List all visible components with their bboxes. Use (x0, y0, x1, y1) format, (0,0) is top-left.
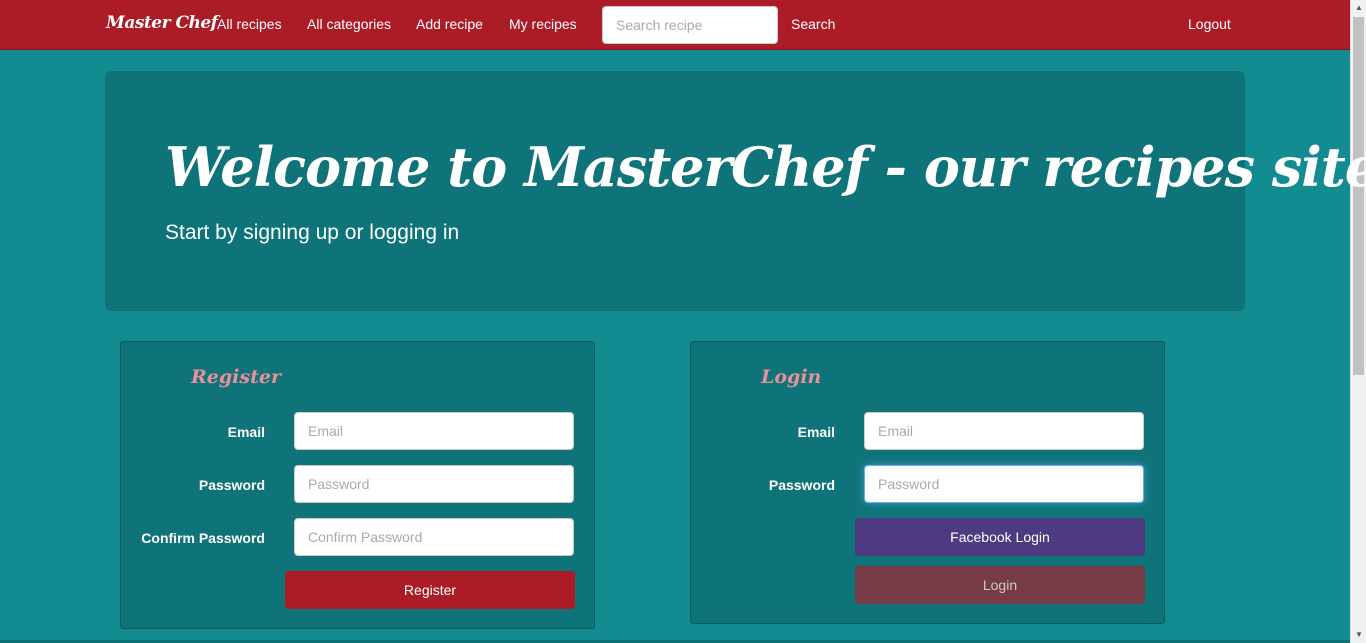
register-panel: Register Email Password Confirm Password… (120, 341, 595, 629)
login-button[interactable]: Login (855, 566, 1145, 604)
login-panel: Login Email Password Facebook Login Logi… (690, 341, 1165, 624)
welcome-title: Welcome to MasterChef - our recipes site (165, 135, 1366, 199)
scroll-down-arrow-icon[interactable]: ▼ (1351, 627, 1366, 643)
logout-link[interactable]: Logout (1188, 16, 1231, 32)
register-title: Register (191, 366, 281, 388)
register-confirm-password-field[interactable] (294, 518, 574, 556)
register-button[interactable]: Register (285, 571, 575, 609)
brand-logo[interactable]: Master Chef (106, 13, 218, 33)
nav-add-recipe[interactable]: Add recipe (416, 16, 483, 32)
search-input[interactable] (602, 6, 778, 44)
page-scrollbar[interactable]: ▲ ▼ (1350, 0, 1366, 643)
register-email-field[interactable] (294, 412, 574, 450)
login-password-label: Password (768, 477, 835, 493)
facebook-login-button[interactable]: Facebook Login (855, 518, 1145, 556)
login-title: Login (761, 366, 822, 388)
scroll-up-arrow-icon[interactable]: ▲ (1351, 0, 1366, 16)
welcome-banner: Welcome to MasterChef - our recipes site… (105, 71, 1366, 311)
navbar: Master Chef All recipes All categories A… (0, 0, 1350, 50)
welcome-subtitle: Start by signing up or logging in (165, 221, 460, 244)
search-button[interactable]: Search (791, 16, 835, 32)
login-email-label: Email (797, 424, 835, 440)
login-password-field[interactable] (864, 465, 1144, 503)
nav-my-recipes[interactable]: My recipes (509, 16, 577, 32)
register-confirm-password-label: Confirm Password (141, 530, 265, 546)
nav-all-recipes[interactable]: All recipes (217, 16, 282, 32)
register-password-label: Password (198, 477, 265, 493)
nav-all-categories[interactable]: All categories (307, 16, 391, 32)
register-password-field[interactable] (294, 465, 574, 503)
register-email-label: Email (227, 424, 265, 440)
login-email-field[interactable] (864, 412, 1144, 450)
